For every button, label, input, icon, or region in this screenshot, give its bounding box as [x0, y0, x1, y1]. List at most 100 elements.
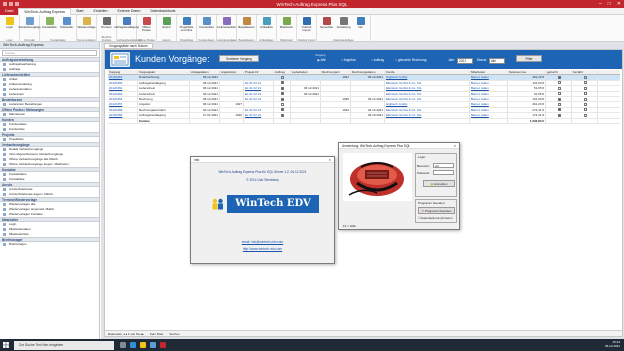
table-cell-vorgang[interactable]: 20120460: [108, 80, 138, 86]
checkbox-icon[interactable]: [281, 92, 284, 96]
table-cell-rechnungsnr[interactable]: 1095: [321, 96, 351, 102]
table-cell-nettosumme[interactable]: 461,20 €: [508, 75, 546, 80]
verkaufsvorgaenge-button[interactable]: Verkaufsvorgänge: [18, 16, 41, 38]
table-cell-vorgangsart[interactable]: Rechnung: [138, 96, 190, 102]
table-cell-mitarbeiter[interactable]: Bamel, Adam: [470, 91, 508, 96]
nav-item-mitarbeiterliste[interactable]: Mitarbeiterliste: [0, 232, 99, 237]
table-cell-mitarbeiter[interactable]: Bamel, Adam: [470, 113, 508, 118]
nav-item-kontaktliste[interactable]: Kontaktliste: [0, 177, 99, 182]
login-button[interactable]: ▣ Anmelden: [423, 180, 455, 187]
tab-file[interactable]: Datei: [0, 7, 19, 15]
table-cell-gebucht[interactable]: [546, 96, 572, 102]
checkbox-icon[interactable]: [583, 103, 587, 107]
table-cell-lieferdatum[interactable]: [291, 96, 321, 102]
table-cell-vorgang[interactable]: 20120461: [108, 75, 138, 80]
column-header-anlagedatum[interactable]: Anlagedatum: [190, 70, 220, 75]
table-cell-auftrag[interactable]: [274, 113, 291, 118]
tab-database-tools[interactable]: Datenbanktools: [146, 8, 181, 15]
table-cell-vorgang[interactable]: 20120464: [108, 96, 138, 102]
table-cell-vorgangsart[interactable]: Direktrechnung: [138, 75, 190, 80]
table-cell-vorgangsart[interactable]: Auftragsbestätigung: [138, 80, 190, 86]
checkbox-icon[interactable]: [583, 108, 587, 112]
offene-posten-button[interactable]: Offene Posten: [138, 16, 155, 38]
table-cell-gebucht[interactable]: [546, 113, 572, 118]
table-cell-rechnungsdatum[interactable]: [351, 86, 385, 91]
record-search[interactable]: Suchen: [169, 331, 179, 336]
wiedervorlage-button[interactable]: Wiedervorlage: [77, 16, 96, 38]
table-cell-bezahlt[interactable]: [572, 80, 598, 86]
checkbox-icon[interactable]: [557, 103, 561, 107]
table-cell-kunde[interactable]: Ellerstein GmbH & Co. KG: [385, 91, 470, 96]
table-cell-lieferdatum[interactable]: [291, 80, 321, 86]
table-cell-kunde[interactable]: Ellerstein GmbH & Co. KG: [385, 107, 470, 113]
tab-wintech[interactable]: WinTech-Auftrag Express: [18, 7, 71, 15]
table-cell-vorgang[interactable]: 20120462: [108, 86, 138, 91]
table-cell-anlagedatum[interactable]: 04.12.2021: [190, 107, 220, 113]
table-cell-bezahlt[interactable]: [572, 102, 598, 107]
table-cell-mitarbeiter[interactable]: Bamel, Adam: [470, 86, 508, 91]
table-cell-auftrag[interactable]: [274, 75, 291, 80]
table-cell-rechnungsnr[interactable]: [321, 80, 351, 86]
table-cell-bezahlt[interactable]: [572, 107, 598, 113]
bestellwesen-button[interactable]: Bestellwesen: [238, 16, 255, 38]
tab-start[interactable]: Start: [71, 8, 89, 15]
column-header-projekt-nr[interactable]: Projekt-Nr: [244, 70, 274, 75]
taskbar-search-input[interactable]: Zur Suche Text hier eingeben: [14, 340, 114, 350]
table-cell-rechnungsnr[interactable]: [321, 102, 351, 107]
table-cell-anlagedatum[interactable]: 06.12.2021: [190, 75, 220, 80]
nav-item-lieferanten-bestellungen[interactable]: Lieferanten Bestellungen: [0, 102, 99, 107]
table-cell-angebotsnr[interactable]: 1027: [220, 102, 244, 107]
table-cell-kunde[interactable]: Ellerstein GmbH & Co. KG: [385, 86, 470, 91]
table-cell-nettosumme[interactable]: 101,00 €: [508, 96, 546, 102]
column-header-lieferdatum[interactable]: Lieferdatum: [291, 70, 321, 75]
table-cell-anlagedatum[interactable]: 06.12.2021: [190, 102, 220, 107]
kontaktliste-button[interactable]: Kontaktliste: [41, 16, 58, 38]
table-cell-rechnungsdatum[interactable]: 06.12.2021: [351, 96, 385, 102]
table-cell-projekt-nr[interactable]: EL 01 02 21: [244, 113, 274, 118]
table-cell-gebucht[interactable]: [546, 107, 572, 113]
table-cell-rechnungsnr[interactable]: [321, 91, 351, 96]
table-cell-vorgang[interactable]: 20120463: [108, 91, 138, 96]
table-cell-auftrag[interactable]: [274, 107, 291, 113]
checkbox-icon[interactable]: [557, 113, 561, 117]
radio-all[interactable]: ◉ Alle: [317, 58, 326, 62]
record-filter-status[interactable]: Kein Filter: [150, 331, 164, 336]
maximize-button[interactable]: □: [608, 1, 611, 7]
year-select[interactable]: 2021: [457, 58, 473, 64]
close-icon[interactable]: ×: [454, 143, 456, 149]
table-cell-anlagedatum[interactable]: 06.12.2021: [190, 96, 220, 102]
table-cell-rechnungsdatum[interactable]: [351, 102, 385, 107]
checkbox-icon[interactable]: [281, 108, 284, 112]
table-cell-anlagedatum[interactable]: 06.12.2021: [190, 80, 220, 86]
close-button[interactable]: ✕: [617, 1, 621, 7]
nav-item-offene-verkaufsvorgaenge-angem-mitarbeiter[interactable]: Offene Verkaufsvorgänge angem. Mitarbeit…: [0, 162, 99, 167]
table-cell-kunde[interactable]: Ellerstein GmbH & Co. KG: [385, 80, 470, 86]
table-cell-nettosumme[interactable]: 101,00 €: [508, 80, 546, 86]
table-cell-vorgangsart[interactable]: Lieferschein: [138, 86, 190, 91]
drucken-button[interactable]: Drucken: [98, 16, 115, 38]
table-cell-mitarbeiter[interactable]: Bamel, Adam: [470, 75, 508, 80]
checkbox-icon[interactable]: [557, 81, 561, 85]
store-icon[interactable]: [150, 342, 156, 348]
table-cell-nettosumme[interactable]: 461,20 €: [508, 102, 546, 107]
artikelliste-button[interactable]: Artikelliste: [258, 16, 275, 38]
export-button[interactable]: Export: [158, 16, 175, 38]
table-cell-anlagedatum[interactable]: 06.12.2021: [190, 86, 220, 91]
column-header-auftrag[interactable]: Auftrag: [274, 70, 291, 75]
table-cell-angebotsnr[interactable]: [220, 75, 244, 80]
quit-program-button[interactable]: ⏻ Programm beenden: [418, 207, 455, 214]
table-cell-bezahlt[interactable]: [572, 96, 598, 102]
column-header-rechnungsnr[interactable]: Rechnungsnr: [321, 70, 351, 75]
explorer-icon[interactable]: [140, 342, 146, 348]
nav-item-kundenliste[interactable]: Kundenliste: [0, 127, 99, 132]
table-cell-rechnungsdatum[interactable]: [351, 91, 385, 96]
table-cell-projekt-nr[interactable]: [244, 75, 274, 80]
table-cell-nettosumme[interactable]: 51,65 €: [508, 86, 546, 91]
table-cell-lieferdatum[interactable]: 06.12.2021: [291, 91, 321, 96]
mitarbeiter-button[interactable]: Mitarbeiter: [278, 16, 295, 38]
table-cell-angebotsnr[interactable]: [220, 80, 244, 86]
table-cell-auftrag[interactable]: [274, 86, 291, 91]
table-cell-gebucht[interactable]: [546, 86, 572, 91]
tab-create[interactable]: Erstellen: [89, 8, 113, 15]
close-icon[interactable]: ×: [329, 157, 331, 163]
